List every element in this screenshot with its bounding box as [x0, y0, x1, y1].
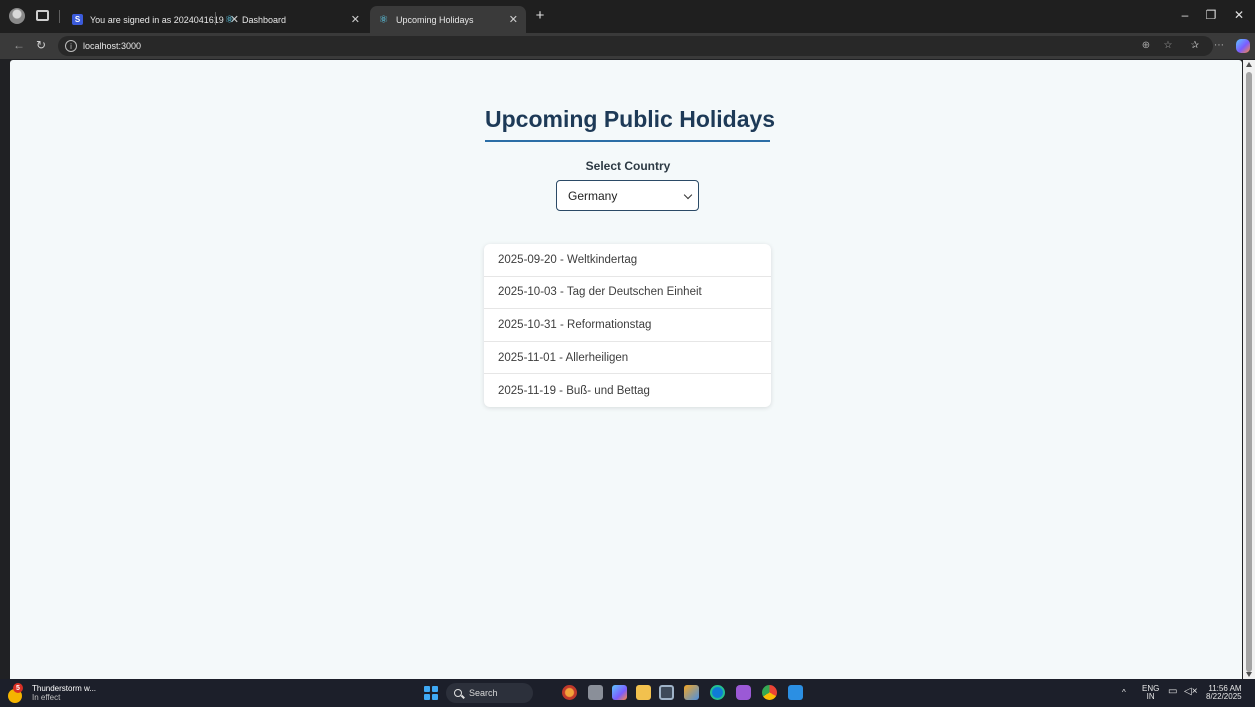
url-text: localhost:3000	[83, 41, 142, 51]
tab-label: Dashboard	[242, 14, 287, 25]
list-item: 2025-10-03 - Tag der Deutschen Einheit	[484, 277, 771, 310]
search-icon	[454, 689, 462, 697]
back-icon[interactable]: ←	[12, 38, 26, 52]
workspaces-icon[interactable]	[36, 10, 49, 21]
browser-tab-strip: S You are signed in as 2024041619 ✕ ⚛ Da…	[0, 0, 1255, 33]
photos-icon[interactable]	[684, 685, 699, 700]
more-menu-icon[interactable]: ⋯	[1212, 40, 1226, 51]
weather-icon: 5	[8, 683, 28, 703]
url-field[interactable]: i localhost:3000	[58, 36, 1213, 56]
holiday-list: 2025-09-20 - Weltkindertag 2025-10-03 - …	[484, 244, 771, 407]
country-select-value: Germany	[568, 188, 618, 203]
screen: S You are signed in as 2024041619 ✕ ⚛ Da…	[0, 0, 1255, 707]
site-info-icon[interactable]: i	[65, 40, 77, 52]
list-item: 2025-11-19 - Buß- und Bettag	[498, 384, 650, 397]
scrollbar-thumb[interactable]	[1246, 72, 1252, 672]
list-item: 2025-09-20 - Weltkindertag	[484, 244, 771, 277]
clock[interactable]: 11:56 AM 8/22/2025	[1206, 685, 1242, 701]
weather-widget[interactable]: 5 Thunderstorm w... In effect	[8, 683, 96, 703]
copilot-icon[interactable]	[1236, 39, 1250, 53]
restore-icon[interactable]: ❐	[1204, 8, 1218, 22]
tab-divider	[59, 10, 60, 23]
react-icon: ⚛	[224, 14, 235, 26]
language-bottom: IN	[1146, 692, 1155, 701]
tab-label: You are signed in as 2024041619	[90, 14, 224, 25]
vscode-icon[interactable]	[788, 685, 803, 700]
weather-subtitle: In effect	[32, 693, 61, 702]
weather-title: Thunderstorm w...	[32, 684, 97, 693]
country-select[interactable]: Germany	[556, 180, 699, 211]
network-icon[interactable]: ▭	[1168, 687, 1177, 697]
search-label: Search	[469, 688, 498, 698]
close-window-icon[interactable]: ✕	[1232, 8, 1246, 22]
s-badge-icon: S	[72, 14, 83, 25]
language-indicator[interactable]: ENG IN	[1142, 685, 1159, 701]
store-icon[interactable]	[659, 685, 674, 700]
volume-muted-icon[interactable]: ◁×	[1184, 687, 1198, 697]
page-viewport: Upcoming Public Holidays Select Country …	[10, 60, 1242, 679]
scroll-down-icon[interactable]	[1246, 672, 1252, 677]
visual-studio-icon[interactable]	[736, 685, 751, 700]
refresh-icon[interactable]: ↻	[34, 38, 48, 52]
favorites-bar-icon[interactable]: ✰	[1188, 40, 1202, 51]
chrome-icon[interactable]	[762, 685, 777, 700]
people-app-icon[interactable]	[562, 685, 577, 700]
list-item: 2025-10-31 - Reformationstag	[484, 309, 771, 342]
windows-start-icon[interactable]	[424, 686, 438, 700]
select-country-label: Select Country	[585, 159, 671, 173]
close-icon[interactable]: ✕	[503, 13, 518, 26]
weather-badge: 5	[13, 683, 23, 693]
tab-signed-in[interactable]: S You are signed in as 2024041619 ✕	[64, 6, 239, 33]
zoom-icon[interactable]: ⊕	[1139, 40, 1153, 51]
windows-taskbar: 5 Thunderstorm w... In effect Search ^ E…	[0, 679, 1255, 707]
page-scrollbar[interactable]	[1243, 60, 1255, 679]
chevron-down-icon	[683, 190, 693, 200]
file-explorer-icon[interactable]	[636, 685, 651, 700]
close-icon[interactable]: ✕	[345, 13, 360, 26]
page-title: Upcoming Public Holidays	[485, 106, 775, 142]
react-icon: ⚛	[378, 14, 389, 26]
list-item: 2025-11-01 - Allerheiligen	[484, 342, 771, 375]
tab-dashboard[interactable]: ⚛ Dashboard ✕	[216, 6, 368, 33]
favorite-star-icon[interactable]: ☆	[1161, 40, 1175, 51]
address-bar: ← ↻ i localhost:3000 ⊕ ☆ ✰ ⋯	[0, 33, 1255, 59]
tab-upcoming-holidays[interactable]: ⚛ Upcoming Holidays ✕	[370, 6, 526, 33]
clock-date: 8/22/2025	[1206, 692, 1242, 701]
taskbar-search[interactable]: Search	[446, 683, 533, 703]
scroll-up-icon[interactable]	[1246, 62, 1252, 67]
copilot-app-icon[interactable]	[612, 685, 627, 700]
profile-avatar-icon[interactable]	[9, 8, 25, 24]
tab-label: Upcoming Holidays	[396, 14, 474, 25]
edge-icon[interactable]	[710, 685, 725, 700]
minimize-icon[interactable]: –	[1178, 8, 1192, 22]
tray-chevron-up-icon[interactable]: ^	[1122, 689, 1126, 697]
task-view-icon[interactable]	[588, 685, 603, 700]
new-tab-icon[interactable]: +	[531, 7, 549, 24]
